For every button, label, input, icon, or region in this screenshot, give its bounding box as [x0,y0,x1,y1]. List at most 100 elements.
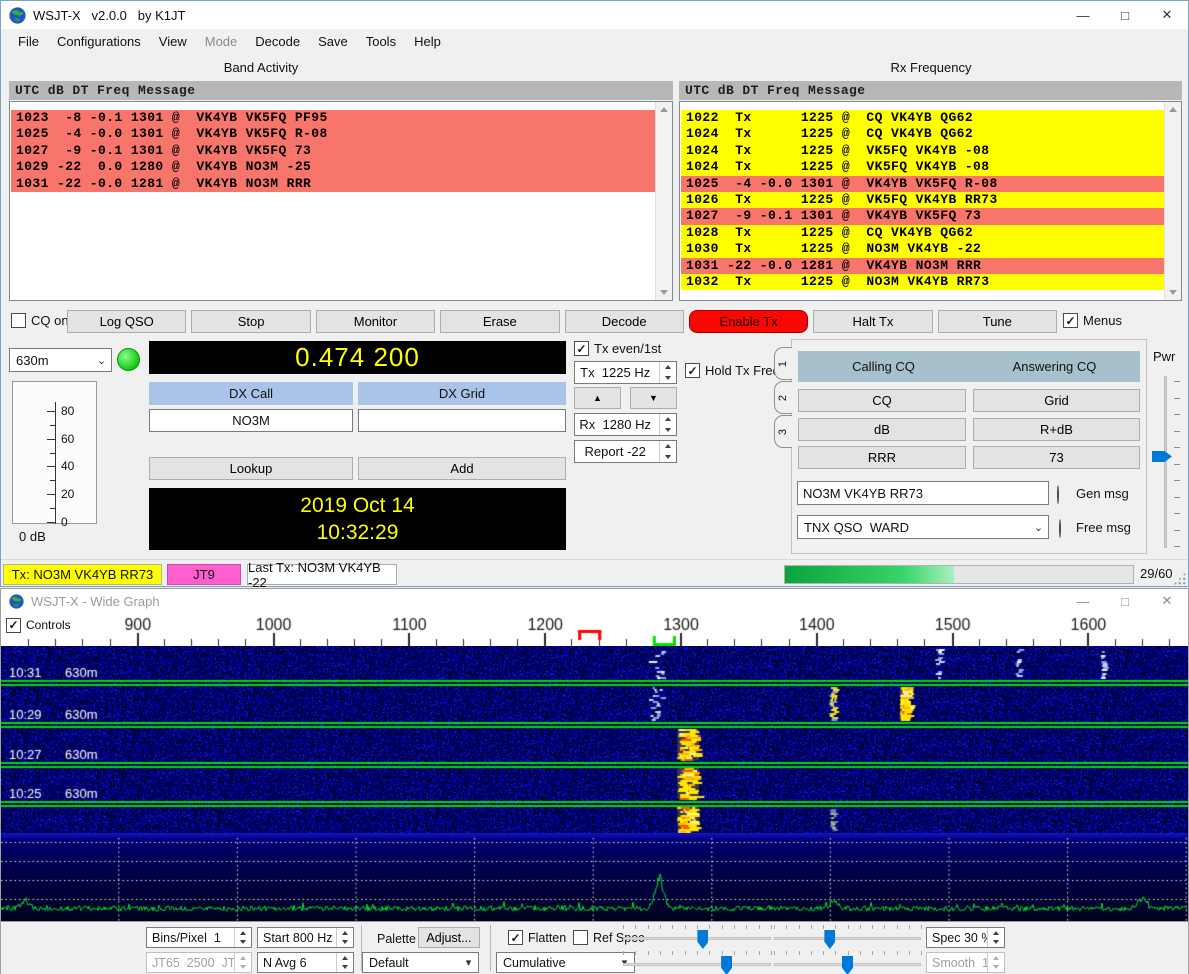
slider-3[interactable] [623,950,771,974]
decode-row[interactable]: 1026 Tx 1225 @ VK5FQ VK4YB RR73 [681,192,1165,208]
slider-track[interactable] [623,937,771,940]
spin-up-icon[interactable] [337,928,353,938]
spin-down-icon[interactable] [988,938,1004,948]
tx-even-checkbox[interactable]: ✓Tx even/1st [574,341,661,356]
pwr-slider-handle[interactable] [1152,451,1172,462]
menu-help[interactable]: Help [405,31,450,52]
monitor-button[interactable]: Monitor [316,310,435,333]
message-tab-1[interactable]: 1 [774,347,792,380]
decode-row[interactable]: 1027 -9 -0.1 1301 @ VK4YB VK5FQ 73 [681,208,1165,224]
checkbox-box[interactable]: ✓ [6,618,21,633]
spinner-arrows[interactable] [659,441,676,462]
decode-row[interactable]: 1024 Tx 1225 @ VK5FQ VK4YB -08 [681,159,1165,175]
checkbox-box[interactable]: ✓ [574,341,589,356]
msg-rrr-button[interactable]: RRR [798,446,966,469]
slider-handle[interactable] [721,956,732,974]
pwr-slider-groove[interactable] [1164,376,1167,548]
slider-handle[interactable] [697,930,708,949]
scroll-up-icon[interactable] [660,107,668,112]
main-titlebar[interactable]: WSJT-X v2.0.0 by K1JT — □ ✕ [1,1,1188,29]
report-spinner[interactable]: Report -22 [574,440,677,463]
spin-down-icon[interactable] [988,963,1004,973]
message-tab-3[interactable]: 3 [774,415,792,448]
spin-down-icon[interactable] [337,938,353,948]
decode-row[interactable]: 1030 Tx 1225 @ NO3M VK4YB -22 [681,241,1165,257]
spin-up-icon[interactable] [660,441,676,452]
frequency-scale[interactable] [1,613,1188,646]
menu-tools[interactable]: Tools [357,31,405,52]
decode-row[interactable]: 1027 -9 -0.1 1301 @ VK4YB VK5FQ 73 [11,143,656,159]
flatten-checkbox[interactable]: ✓Flatten [508,930,566,945]
gen-msg-input[interactable]: NO3M VK4YB RR73 [797,481,1049,505]
decode-row[interactable]: 1032 Tx 1225 @ NO3M VK4YB RR73 [681,274,1165,290]
spinner-arrows[interactable] [234,953,251,972]
halt-tx-button[interactable]: Halt Tx [813,310,932,333]
resize-grip[interactable] [1173,572,1186,585]
band-activity-scrollbar[interactable] [655,102,672,300]
free-msg-radio[interactable] [1059,519,1061,538]
spin-down-icon[interactable] [660,452,676,463]
dx-call-input[interactable]: NO3M [149,409,353,432]
palette-adjust-button[interactable]: Adjust... [418,927,480,948]
message-tab-2[interactable]: 2 [774,381,792,414]
spin-up-icon[interactable] [235,953,251,963]
slider-track[interactable] [774,937,921,940]
spin-up-icon[interactable] [660,362,676,373]
decode-row[interactable]: 1025 -4 -0.0 1301 @ VK4YB VK5FQ R-08 [11,126,656,142]
msg-cq-button[interactable]: CQ [798,389,966,412]
add-button[interactable]: Add [358,457,566,480]
decode-row[interactable]: 1031 -22 -0.0 1281 @ VK4YB NO3M RRR [681,258,1165,274]
waterfall-canvas[interactable] [1,646,1188,833]
spin-up-icon[interactable] [988,953,1004,963]
gen-msg-radio[interactable] [1057,485,1059,504]
spin-down-icon[interactable] [660,425,676,436]
tx-frequency-spinner[interactable]: Tx 1225 Hz [574,361,677,384]
spin-up-icon[interactable] [235,928,251,938]
menu-view[interactable]: View [150,31,196,52]
maximize-button[interactable]: □ [1104,1,1146,29]
decode-row[interactable]: 1022 Tx 1225 @ CQ VK4YB QG62 [681,110,1165,126]
menus-checkbox[interactable]: ✓Menus [1063,313,1122,328]
enable-tx-button[interactable]: Enable Tx [689,310,808,333]
dx-grid-input[interactable] [358,409,566,432]
close-button[interactable]: ✕ [1146,1,1188,29]
spinner-arrows[interactable] [659,362,676,383]
spinner-arrows[interactable] [234,928,251,947]
decode-row[interactable]: 1023 -8 -0.1 1301 @ VK4YB VK5FQ PF95 [11,110,656,126]
tune-button[interactable]: Tune [938,310,1057,333]
slider-handle[interactable] [842,956,853,974]
msg-rdb-button[interactable]: R+dB [973,418,1140,441]
spinner-arrows[interactable] [659,414,676,435]
spinner-arrows[interactable] [987,953,1004,972]
stop-button[interactable]: Stop [191,310,310,333]
menu-save[interactable]: Save [309,31,357,52]
log-qso-button[interactable]: Log QSO [67,310,186,333]
menu-file[interactable]: File [9,31,48,52]
slider-1[interactable] [623,924,771,950]
spin-down-icon[interactable] [337,963,353,973]
checkbox-box[interactable] [11,313,26,328]
menu-configurations[interactable]: Configurations [48,31,150,52]
spin-up-icon[interactable] [660,414,676,425]
decode-row[interactable]: 1025 -4 -0.0 1301 @ VK4YB VK5FQ R-08 [681,176,1165,192]
scroll-down-icon[interactable] [660,290,668,295]
spectrum-mode-select[interactable]: Cumulative ▾ [496,952,635,973]
scroll-up-icon[interactable] [1169,107,1177,112]
minimize-button[interactable]: — [1062,1,1104,29]
decode-row[interactable]: 1024 Tx 1225 @ VK5FQ VK4YB -08 [681,143,1165,159]
hold-tx-freq-checkbox[interactable]: ✓Hold Tx Freq [685,363,780,378]
spec-percent-spinner[interactable]: Spec 30 % [926,927,1005,948]
close-button[interactable]: ✕ [1146,589,1188,613]
rx-frequency-scrollbar[interactable] [1164,102,1181,300]
erase-button[interactable]: Erase [440,310,559,333]
checkbox-box[interactable]: ✓ [685,363,700,378]
decode-button[interactable]: Decode [565,310,684,333]
spinner-arrows[interactable] [336,928,353,947]
scroll-down-icon[interactable] [1169,290,1177,295]
spinner-arrows[interactable] [987,928,1004,947]
slider-2[interactable] [774,924,921,950]
start-freq-spinner[interactable]: Start 800 Hz [257,927,354,948]
slider-handle[interactable] [824,930,835,949]
spin-down-icon[interactable] [235,938,251,948]
rx-frequency-spinner[interactable]: Rx 1280 Hz [574,413,677,436]
